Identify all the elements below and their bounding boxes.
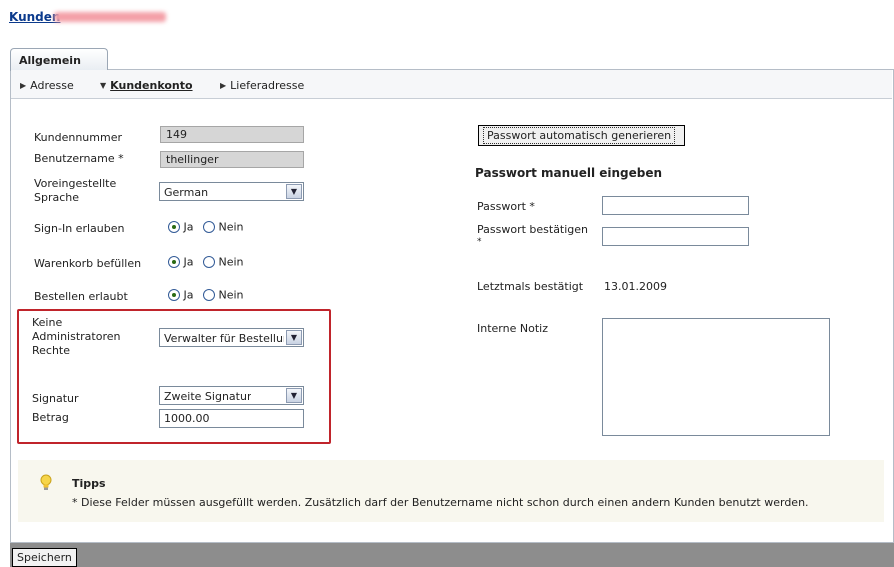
betrag-label: Betrag	[32, 411, 69, 424]
kundennummer-field: 149	[160, 126, 304, 143]
chevron-down-icon: ▼	[286, 388, 302, 403]
internal-note-textarea[interactable]	[602, 318, 830, 436]
bestellen-label: Bestellen erlaubt	[34, 290, 128, 303]
triangle-down-icon: ▼	[100, 81, 107, 90]
warenkorb-nein-radio[interactable]	[203, 256, 215, 268]
bestellen-nein-radio[interactable]	[203, 289, 215, 301]
signin-nein-radio[interactable]	[203, 221, 215, 233]
password-input[interactable]	[602, 196, 749, 215]
admin-label-line1: Keine	[32, 316, 63, 329]
benutzername-label: Benutzername *	[34, 152, 124, 165]
bestellen-ja-radio[interactable]	[168, 289, 180, 301]
last-confirmed-value: 13.01.2009	[604, 280, 667, 293]
signin-ja-radio[interactable]	[168, 221, 180, 233]
chevron-down-icon: ▼	[286, 330, 302, 345]
tips-text: * Diese Felder müssen ausgefüllt werden.…	[72, 496, 809, 509]
sprache-label-line2: Sprache	[34, 191, 80, 204]
signatur-label: Signatur	[32, 392, 79, 405]
manual-password-heading: Passwort manuell eingeben	[475, 166, 663, 180]
admin-label-line3: Rechte	[32, 344, 71, 357]
kunden-link[interactable]: Kunden	[9, 10, 60, 24]
tab-allgemein[interactable]: Allgemein	[10, 48, 108, 71]
benutzername-field: thellinger	[160, 151, 304, 168]
admin-label-line2: Administratoren	[32, 330, 121, 343]
generate-password-button[interactable]: Passwort automatisch generieren	[478, 125, 685, 146]
tips-title: Tipps	[72, 477, 106, 490]
confirm-password-label: Passwort bestätigen	[477, 223, 589, 236]
signin-label: Sign-In erlauben	[34, 222, 125, 235]
lightbulb-icon	[40, 474, 52, 490]
warenkorb-label: Warenkorb befüllen	[34, 257, 142, 270]
subnav-item-adresse[interactable]: ▶ Adresse	[20, 79, 74, 92]
redacted-customer-name	[54, 12, 166, 22]
triangle-right-icon: ▶	[20, 81, 27, 90]
chevron-down-icon: ▼	[286, 184, 302, 199]
sprache-select[interactable]: German ▼	[159, 182, 304, 201]
bestellen-radio-group: Ja Nein	[168, 288, 244, 302]
signatur-select[interactable]: Zweite Signatur ▼	[159, 386, 304, 405]
kundennummer-label: Kundennummer	[34, 131, 122, 144]
warenkorb-ja-radio[interactable]	[168, 256, 180, 268]
subnav-item-kundenkonto[interactable]: ▼ Kundenkonto	[100, 79, 193, 92]
save-button[interactable]: Speichern	[12, 548, 77, 567]
sub-navigation: ▶ Adresse ▼ Kundenkonto ▶ Lieferadresse	[11, 70, 892, 99]
warenkorb-radio-group: Ja Nein	[168, 255, 244, 269]
footer-bar	[10, 543, 894, 567]
tips-box	[18, 460, 884, 522]
betrag-input[interactable]: 1000.00	[159, 409, 304, 428]
signin-radio-group: Ja Nein	[168, 220, 244, 234]
subnav-item-lieferadresse[interactable]: ▶ Lieferadresse	[220, 79, 304, 92]
last-confirmed-label: Letztmals bestätigt	[477, 280, 584, 293]
confirm-password-input[interactable]	[602, 227, 749, 246]
confirm-required-marker: *	[477, 237, 482, 247]
password-label: Passwort *	[477, 200, 535, 213]
internal-note-label: Interne Notiz	[477, 322, 548, 335]
triangle-right-icon: ▶	[220, 81, 227, 90]
admin-rights-select[interactable]: Verwalter für Bestellungen ▼	[159, 328, 304, 347]
sprache-label-line1: Voreingestellte	[34, 177, 117, 190]
